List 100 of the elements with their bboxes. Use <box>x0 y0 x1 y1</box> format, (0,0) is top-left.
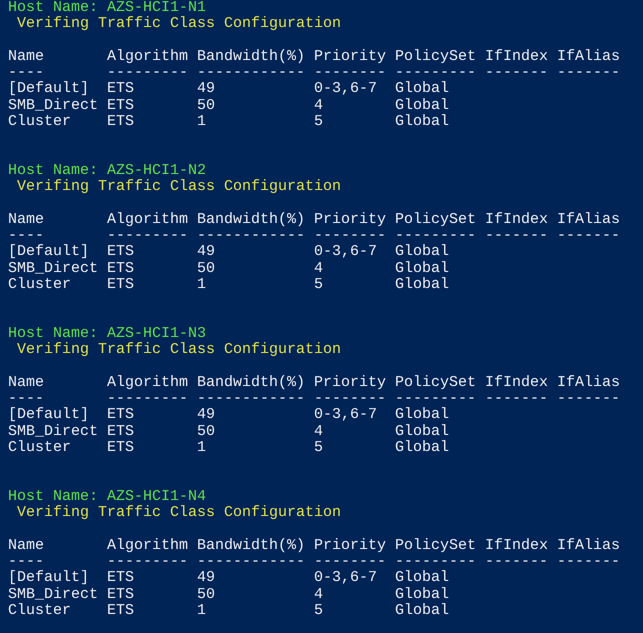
table-cell-text: Global <box>395 81 450 98</box>
table-cell-text: 49 <box>197 570 216 587</box>
column-header: Algorithm <box>107 212 188 228</box>
column-header: Priority <box>314 48 386 66</box>
table-cell-text: ETS <box>107 114 136 130</box>
column-header: IfAlias <box>557 212 620 228</box>
host-name-line: Host Name: AZS-HCI1-N2 <box>8 162 206 179</box>
header-underline: --------- <box>395 554 476 570</box>
column-header: Name <box>8 48 46 66</box>
table-cell-text: Cluster <box>8 440 72 456</box>
column-header: Bandwidth(%) <box>197 212 306 228</box>
table-cell-text: 4 <box>314 424 324 440</box>
header-underline: -------- <box>314 65 386 82</box>
table-cell-text: [Default] <box>8 570 90 587</box>
table-cell-text: ETS <box>107 570 136 587</box>
column-header: Name <box>8 374 46 392</box>
status-message: Verifing Traffic Class Configuration <box>16 504 342 522</box>
header-underline: --------- <box>107 65 188 82</box>
header-underline: ------- <box>557 554 620 570</box>
status-message: Verifing Traffic Class Configuration <box>16 341 342 358</box>
header-underline: ------- <box>557 65 620 82</box>
table-cell-text: 50 <box>197 260 216 278</box>
table-cell-text: Global <box>395 407 450 424</box>
header-underline: --------- <box>395 391 476 408</box>
table-cell-text: 1 <box>197 277 208 294</box>
column-header: IfAlias <box>557 48 620 66</box>
column-header: IfAlias <box>557 538 620 554</box>
header-underline: ------------ <box>197 65 306 82</box>
column-header: PolicySet <box>395 48 476 66</box>
table-cell-text: 0-3,6-7 <box>314 244 378 261</box>
column-header: IfIndex <box>485 212 548 228</box>
column-header: Name <box>8 538 46 554</box>
table-cell-text: Cluster <box>8 602 72 620</box>
table-cell-text: 0-3,6-7 <box>314 407 378 424</box>
column-header: IfIndex <box>485 48 548 66</box>
table-cell-text: [Default] <box>8 81 90 98</box>
column-header: Bandwidth(%) <box>197 374 306 392</box>
column-header: Priority <box>314 538 386 554</box>
host-name-line: Host Name: AZS-HCI1-N3 <box>8 324 206 342</box>
column-header: IfAlias <box>557 374 620 392</box>
column-header: Algorithm <box>107 48 188 66</box>
header-underline: ------- <box>557 391 620 408</box>
table-cell-text: 49 <box>197 81 216 98</box>
table-cell-text: SMB_Direct <box>8 98 98 114</box>
table-cell-text: 4 <box>314 98 324 114</box>
header-underline: ---- <box>8 554 44 570</box>
table-cell-text: ETS <box>107 440 136 456</box>
table-cell-text: 1 <box>197 602 208 620</box>
header-underline: ------- <box>485 554 548 570</box>
host-name-line: Host Name: AZS-HCI1-N4 <box>8 488 206 505</box>
header-underline: ---- <box>8 391 44 408</box>
table-cell-text: Global <box>395 260 450 277</box>
table-cell-text: ETS <box>107 602 136 620</box>
table-cell-text: Cluster <box>8 277 72 294</box>
table-cell-text: ETS <box>107 424 136 440</box>
status-message: Verifing Traffic Class Configuration <box>16 178 342 196</box>
column-header: PolicySet <box>395 538 476 554</box>
table-cell-text: ETS <box>107 277 136 294</box>
header-underline: ------------ <box>197 554 306 570</box>
column-header: IfIndex <box>485 374 548 392</box>
table-cell-text: ETS <box>107 260 136 278</box>
column-header: Bandwidth(%) <box>197 538 306 554</box>
table-cell-text: ETS <box>107 98 136 114</box>
table-cell-text: Cluster <box>8 114 72 130</box>
table-cell-text: 5 <box>314 277 324 294</box>
column-header: Name <box>8 212 46 228</box>
table-cell-text: ETS <box>107 586 136 603</box>
table-cell-text: ETS <box>107 407 136 424</box>
table-cell-text: Global <box>395 570 450 587</box>
table-cell-text: 4 <box>314 260 324 278</box>
table-cell-text: [Default] <box>8 244 90 261</box>
table-cell-text: 4 <box>314 586 324 603</box>
status-message: Verifing Traffic Class Configuration <box>16 15 342 32</box>
table-cell-text: 0-3,6-7 <box>314 570 378 587</box>
header-underline: -------- <box>314 228 386 244</box>
table-cell-text: 49 <box>197 244 216 261</box>
header-underline: ------- <box>485 65 548 82</box>
header-underline: --------- <box>107 391 188 408</box>
table-cell-text: 5 <box>314 114 324 130</box>
header-underline: -------- <box>314 554 386 570</box>
host-name-line: Host Name: AZS-HCI1-N1 <box>8 0 206 16</box>
header-underline: --------- <box>107 228 188 244</box>
column-header: IfIndex <box>485 538 548 554</box>
table-cell-text: 1 <box>197 440 208 456</box>
column-header: PolicySet <box>395 374 476 392</box>
header-underline: ---- <box>8 228 44 244</box>
table-cell-text: 50 <box>197 424 216 440</box>
column-header: Algorithm <box>107 374 188 392</box>
table-cell-text: [Default] <box>8 407 90 424</box>
header-underline: ------- <box>485 228 548 244</box>
column-header: Priority <box>314 212 386 228</box>
header-underline: ------------ <box>197 228 306 244</box>
table-cell-text: Global <box>395 424 450 440</box>
table-cell-text: Global <box>395 244 450 261</box>
header-underline: ------- <box>485 391 548 408</box>
table-cell-text: Global <box>395 114 450 130</box>
table-cell-text: 49 <box>197 407 216 424</box>
header-underline: ------- <box>557 228 620 244</box>
table-cell: SMB_Direct <box>8 586 98 603</box>
column-header: Bandwidth(%) <box>197 48 306 66</box>
